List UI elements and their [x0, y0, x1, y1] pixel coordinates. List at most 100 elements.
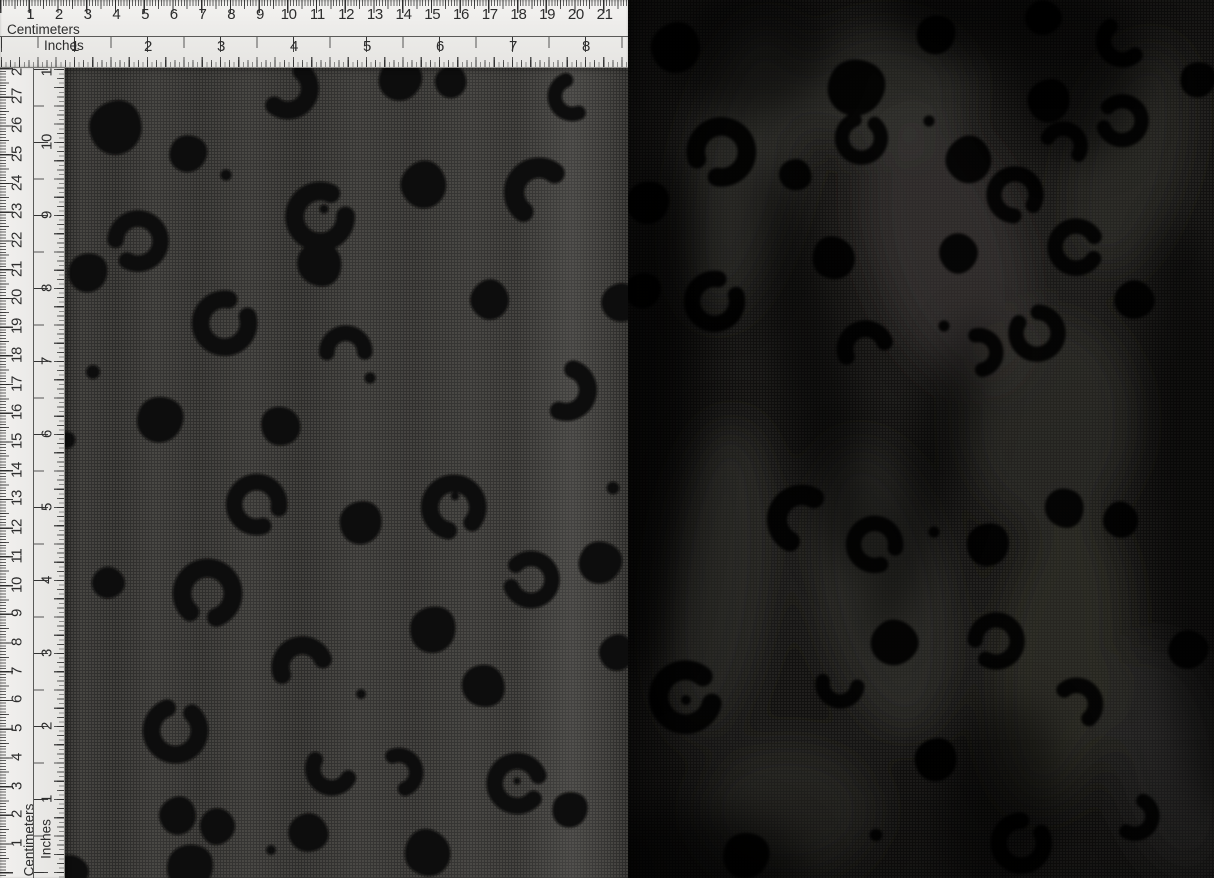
left-ruler-cm-number: 24 — [8, 174, 26, 191]
top-ruler-cm-number: 6 — [169, 6, 178, 23]
leopard-spot-comma — [547, 72, 586, 122]
left-ruler-inch-number: 2 — [38, 721, 56, 731]
leopard-spot-dot — [319, 204, 329, 214]
leopard-spot-comma — [305, 751, 357, 796]
leopard-spot-blob — [169, 135, 208, 173]
top-ruler-cm-number: 10 — [280, 6, 297, 23]
leopard-spot-blob — [65, 855, 89, 878]
top-ruler-cm-number: 21 — [596, 6, 613, 23]
top-ruler-cm-number: 14 — [395, 6, 412, 23]
flat-fabric-panel — [65, 68, 628, 878]
left-ruler-inch-number: 7 — [38, 356, 56, 366]
left-ruler-sixteenth-inch-ticks — [59, 69, 64, 878]
left-ruler-inch-number: 3 — [38, 648, 56, 658]
left-ruler-inch-number: 11 — [38, 68, 56, 77]
top-ruler-cm-number: 19 — [539, 6, 556, 23]
leopard-spot-cring — [503, 550, 560, 609]
left-ruler-quarter-inch-ticks — [54, 69, 64, 878]
left-ruler-divider — [33, 68, 34, 878]
left-ruler-cm-number: 25 — [8, 145, 26, 162]
leopard-spot-comma — [503, 157, 565, 222]
left-ruler-inch-number: 6 — [38, 429, 56, 439]
left-ruler-cm-number: 15 — [8, 432, 26, 450]
top-ruler-inch-number: 4 — [289, 38, 299, 55]
left-ruler-half-inch-ticks — [34, 69, 44, 878]
left-ruler-cm-number: 9 — [8, 609, 26, 618]
leopard-spot-dot — [364, 372, 376, 384]
top-ruler-cm-number: 16 — [452, 6, 470, 23]
left-ruler-cm-number: 12 — [8, 519, 26, 536]
left-ruler-cm-number: 5 — [8, 724, 26, 733]
left-ruler-inch-number: 8 — [38, 283, 56, 293]
leopard-spot-blob — [159, 796, 196, 835]
leopard-spot-blob — [137, 396, 184, 443]
leopard-spot-blob — [1180, 62, 1214, 98]
left-ruler-cm-number: 27 — [8, 88, 26, 105]
top-ruler-inch-number: 8 — [581, 38, 591, 55]
leopard-spot-blob — [200, 808, 236, 845]
top-ruler-inch-ticks — [1, 37, 628, 52]
draped-fabric-leopard-spots — [628, 0, 1214, 878]
draped-fabric-panel — [628, 0, 1214, 878]
top-ruler-cm-number: 18 — [510, 6, 527, 23]
leopard-spot-cring — [986, 166, 1044, 224]
leopard-spot-blob — [404, 828, 451, 877]
top-ruler-divider — [0, 36, 628, 37]
leopard-spot-dot — [938, 320, 950, 332]
fabric-swatch-composite: 1 2 3 4 5 6 7 8 9 10 11 12 13 14 15 16 17 18 19 20 21 Centim… — [0, 0, 1214, 878]
leopard-spot-cring — [285, 181, 355, 252]
leopard-spot-blob — [68, 253, 108, 293]
left-ruler-cm-number: 8 — [8, 638, 26, 647]
left-ruler-eighth-inch-ticks — [57, 69, 64, 878]
leopard-spot-dot — [869, 828, 883, 842]
left-ruler-cm-number: 18 — [8, 346, 26, 363]
leopard-spot-blob — [966, 523, 1009, 567]
left-ruler-cm-number: 23 — [8, 203, 26, 220]
leopard-spot-blob — [552, 792, 588, 828]
top-ruler: 1 2 3 4 5 6 7 8 9 10 11 12 13 14 15 16 17 18 19 20 21 Centim… — [0, 0, 628, 68]
top-ruler-inch-number: 2 — [143, 38, 153, 55]
left-ruler-millimeter-ticks — [0, 68, 6, 878]
top-ruler-quarter-inch-ticks — [1, 57, 628, 67]
leopard-spot-dot — [923, 115, 935, 127]
top-ruler-inch-number: 3 — [216, 38, 226, 55]
leopard-spot-blob — [91, 566, 126, 599]
top-ruler-inch-number: 1 — [70, 38, 80, 55]
leopard-spot-cring — [191, 290, 258, 357]
left-ruler-inch-number: 5 — [38, 502, 56, 512]
leopard-spot-comma — [265, 68, 319, 120]
left-ruler-cm-number: 26 — [8, 117, 26, 134]
left-ruler-cm-number: 10 — [8, 576, 26, 593]
left-ruler-cm-number: 6 — [8, 695, 26, 704]
left-ruler-cm-number: 21 — [8, 260, 26, 277]
leopard-spot-cring — [225, 473, 288, 536]
leopard-spot-blob — [89, 100, 142, 155]
leopard-spot-cring — [172, 558, 243, 627]
top-ruler-cm-number: 17 — [481, 6, 498, 23]
left-ruler-cm-number: 3 — [8, 781, 26, 790]
leopard-spot-blob — [339, 501, 382, 545]
leopard-spot-blob — [599, 634, 628, 671]
leopard-spot-blob — [167, 844, 213, 878]
top-ruler-cm-number: 7 — [198, 6, 207, 23]
top-ruler-sixteenth-inch-ticks — [1, 62, 628, 67]
leopard-spot-comma — [836, 320, 893, 365]
top-ruler-cm-number: 8 — [227, 6, 236, 23]
top-ruler-cm-number: 11 — [309, 6, 325, 23]
left-ruler-cm-number: 7 — [8, 666, 26, 675]
leopard-spot-blob — [410, 606, 456, 653]
left-ruler-cm-number: 16 — [8, 404, 26, 421]
leopard-spot-cring — [107, 210, 169, 272]
left-ruler-cm-number: 11 — [8, 548, 26, 564]
left-ruler-inches-label: Inches — [38, 819, 54, 859]
left-ruler-inch-number: 1 — [38, 794, 56, 804]
leopard-spot-dot — [356, 689, 366, 699]
top-ruler-cm-number: 5 — [141, 6, 150, 23]
top-ruler-cm-number: 9 — [255, 6, 264, 23]
leopard-spot-comma — [271, 636, 332, 684]
top-ruler-cm-number: 13 — [366, 6, 383, 23]
leopard-spot-blob — [470, 279, 509, 320]
top-ruler-half-inch-ticks — [1, 37, 628, 48]
leopard-spot-dot — [65, 431, 76, 449]
leopard-spot-dot — [266, 845, 276, 855]
